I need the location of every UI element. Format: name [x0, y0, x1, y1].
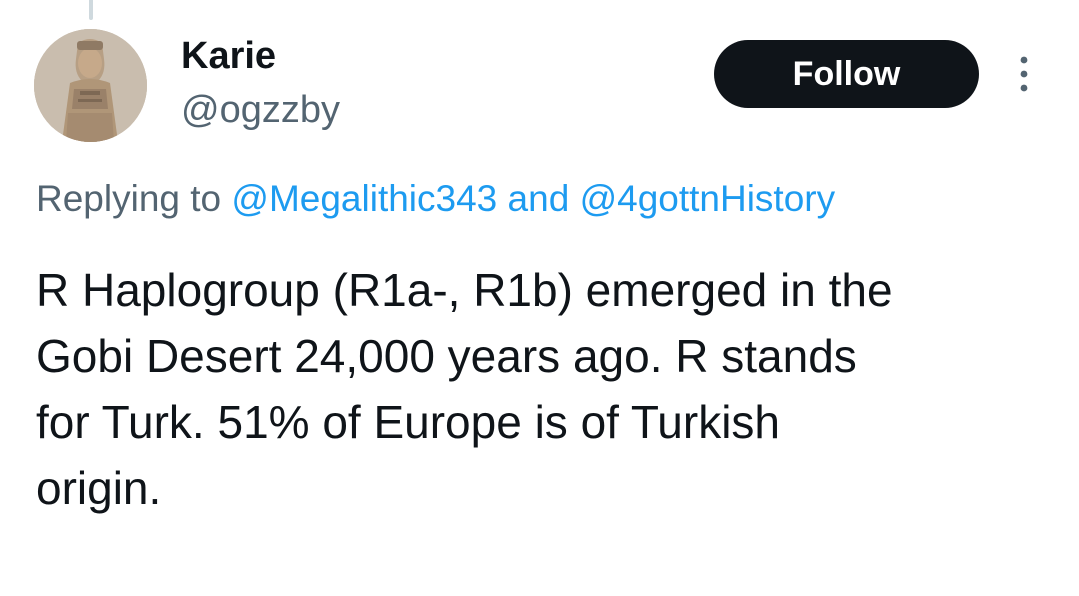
mention-link-megalithic343[interactable]: @Megalithic343 — [231, 178, 497, 219]
display-name[interactable]: Karie — [181, 32, 276, 80]
more-options-button[interactable] — [1006, 52, 1042, 96]
user-handle[interactable]: @ogzzby — [181, 86, 340, 134]
mention-joiner[interactable]: and — [508, 178, 570, 219]
avatar-image — [34, 29, 147, 142]
more-vertical-icon — [1020, 56, 1028, 92]
tweet-text: R Haplogroup (R1a-, R1b) emerged in the … — [36, 264, 893, 514]
follow-button[interactable]: Follow — [714, 40, 979, 108]
replying-to-line: Replying to @Megalithic343 and @4gottnHi… — [36, 174, 835, 224]
replying-to-label: Replying to — [36, 178, 222, 219]
avatar[interactable] — [34, 29, 147, 142]
follow-button-label: Follow — [792, 54, 901, 93]
mention-link-4gottnhistory[interactable]: @4gottnHistory — [580, 178, 836, 219]
thread-connector-line — [89, 0, 93, 20]
